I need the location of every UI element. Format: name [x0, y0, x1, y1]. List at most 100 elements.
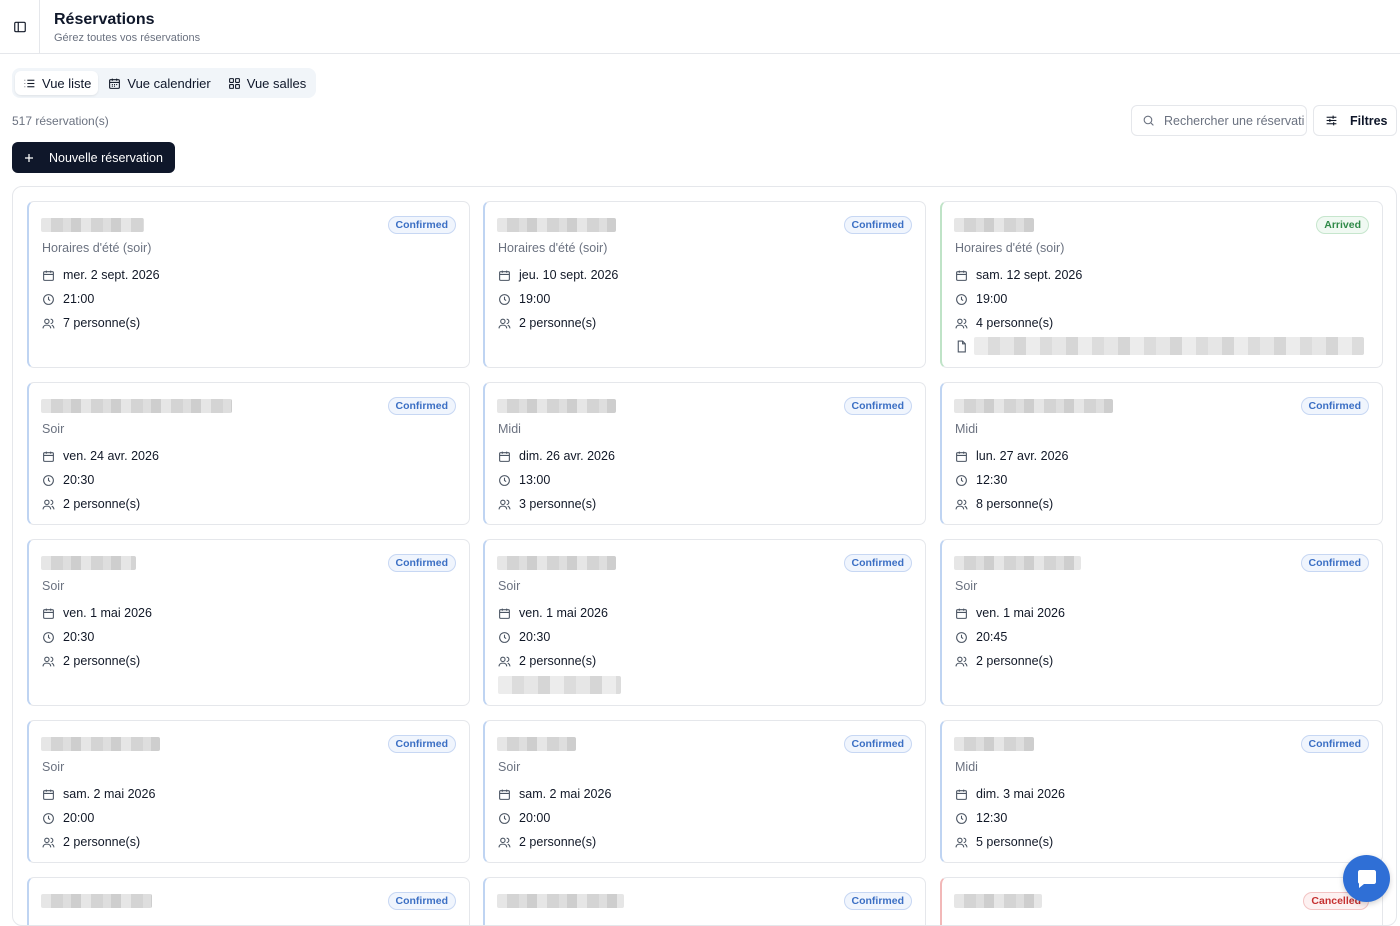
date-row: ven. 1 mai 2026 [42, 606, 152, 620]
reservation-date: ven. 24 avr. 2026 [63, 449, 159, 463]
tab-label: Vue calendrier [127, 75, 211, 91]
search-icon [1143, 115, 1154, 126]
time-row: 13:00 [498, 473, 550, 487]
reservation-card[interactable]: Confirmed Midi dim. 26 avr. 2026 13:00 3… [483, 382, 926, 525]
guests-row: 2 personne(s) [955, 654, 1053, 668]
guest-name-redacted [954, 737, 1034, 751]
reservation-date: sam. 2 mai 2026 [63, 787, 156, 801]
status-badge: Confirmed [1300, 397, 1369, 415]
service-label: Soir [42, 422, 65, 436]
tab-list-view[interactable]: Vue liste [15, 71, 99, 95]
reservation-card[interactable]: Confirmed Soir ven. 1 mai 2026 20:30 2 p… [27, 539, 470, 706]
chat-widget-button[interactable] [1343, 855, 1390, 902]
calendar-icon [43, 789, 54, 800]
guest-name-redacted [41, 737, 160, 751]
date-row: lun. 27 avr. 2026 [955, 449, 1068, 463]
clock-icon [956, 293, 967, 305]
calendar-icon [499, 789, 510, 800]
calendar-icon [499, 608, 510, 619]
clock-icon [43, 631, 54, 643]
tab-rooms-view[interactable]: Vue salles [220, 71, 314, 95]
time-row: 20:30 [42, 473, 94, 487]
date-row: dim. 3 mai 2026 [955, 787, 1065, 801]
note-redacted [974, 337, 1364, 355]
reservation-time: 12:30 [976, 811, 1008, 825]
reservation-card[interactable]: Confirmed Soir ven. 1 mai 2026 20:45 2 p… [940, 539, 1383, 706]
reservation-card[interactable]: Confirmed [27, 877, 470, 925]
service-label: Soir [498, 760, 521, 774]
reservation-date: ven. 1 mai 2026 [519, 606, 608, 620]
users-icon [498, 318, 511, 328]
calendar-icon [43, 270, 54, 281]
users-icon [42, 656, 55, 666]
time-row: 12:30 [955, 811, 1007, 825]
users-icon [42, 318, 55, 328]
service-label: Soir [42, 579, 65, 593]
date-row: ven. 1 mai 2026 [955, 606, 1065, 620]
guest-name-redacted [954, 218, 1034, 232]
clock-icon [956, 812, 967, 824]
reservation-time: 20:00 [519, 811, 551, 825]
users-icon [498, 837, 511, 847]
guest-count: 8 personne(s) [976, 497, 1054, 511]
reservation-card[interactable]: Confirmed Soir ven. 24 avr. 2026 20:30 2… [27, 382, 470, 525]
guest-count: 2 personne(s) [519, 654, 597, 668]
time-row: 20:00 [498, 811, 550, 825]
reservation-time: 13:00 [519, 473, 551, 487]
clock-icon [499, 631, 510, 643]
users-icon [955, 837, 968, 847]
tab-calendar-view[interactable]: Vue calendrier [100, 71, 217, 95]
status-badge: Confirmed [387, 216, 456, 234]
note-redacted [498, 676, 621, 694]
new-reservation-button[interactable]: Nouvelle réservation [12, 142, 175, 173]
reservation-card[interactable]: Confirmed Soir sam. 2 mai 2026 20:00 2 p… [27, 720, 470, 863]
clock-icon [43, 812, 54, 824]
status-badge: Confirmed [387, 554, 456, 572]
guest-count: 5 personne(s) [976, 835, 1054, 849]
reservation-date: sam. 12 sept. 2026 [976, 268, 1083, 282]
filters-button[interactable]: Filtres [1313, 105, 1397, 136]
service-label: Midi [955, 760, 978, 774]
clock-icon [43, 293, 54, 305]
guest-name-redacted [497, 556, 616, 570]
page-title: Réservations [54, 11, 155, 28]
chat-icon [1357, 869, 1376, 888]
reservation-date: ven. 1 mai 2026 [976, 606, 1065, 620]
status-badge: Confirmed [843, 735, 912, 753]
reservation-card[interactable]: Confirmed Midi dim. 3 mai 2026 12:30 5 p… [940, 720, 1383, 863]
reservation-card[interactable]: Confirmed Horaires d'été (soir) jeu. 10 … [483, 201, 926, 368]
calendar-icon [43, 451, 54, 462]
reservation-date: dim. 26 avr. 2026 [519, 449, 615, 463]
status-badge: Confirmed [387, 735, 456, 753]
search-box[interactable] [1131, 105, 1307, 136]
reservation-card[interactable]: Cancelled [940, 877, 1383, 925]
calendar-icon [499, 451, 510, 462]
reservation-card[interactable]: Arrived Horaires d'été (soir) sam. 12 se… [940, 201, 1383, 368]
reservation-card[interactable]: Confirmed Soir ven. 1 mai 2026 20:30 2 p… [483, 539, 926, 706]
time-row: 19:00 [955, 292, 1007, 306]
guests-row: 2 personne(s) [42, 654, 140, 668]
users-icon [498, 656, 511, 666]
reservation-card[interactable]: Confirmed [483, 877, 926, 925]
guests-row: 2 personne(s) [498, 654, 596, 668]
sidebar-toggle-button[interactable] [0, 0, 40, 54]
status-badge: Confirmed [1300, 554, 1369, 572]
date-row: sam. 12 sept. 2026 [955, 268, 1082, 282]
guests-row: 2 personne(s) [498, 835, 596, 849]
reservation-card[interactable]: Confirmed Midi lun. 27 avr. 2026 12:30 8… [940, 382, 1383, 525]
reservation-time: 20:45 [976, 630, 1008, 644]
reservation-date: jeu. 10 sept. 2026 [519, 268, 619, 282]
guest-name-redacted [41, 894, 152, 908]
status-badge: Confirmed [843, 216, 912, 234]
time-row: 12:30 [955, 473, 1007, 487]
guests-row: 7 personne(s) [42, 316, 140, 330]
search-input[interactable] [1164, 113, 1304, 128]
calendar-icon [499, 270, 510, 281]
date-row: jeu. 10 sept. 2026 [498, 268, 618, 282]
reservation-card[interactable]: Confirmed Horaires d'été (soir) mer. 2 s… [27, 201, 470, 368]
guest-count: 3 personne(s) [519, 497, 597, 511]
guest-count: 2 personne(s) [519, 316, 597, 330]
guest-name-redacted [497, 737, 576, 751]
guest-name-redacted [41, 399, 232, 413]
reservation-card[interactable]: Confirmed Soir sam. 2 mai 2026 20:00 2 p… [483, 720, 926, 863]
